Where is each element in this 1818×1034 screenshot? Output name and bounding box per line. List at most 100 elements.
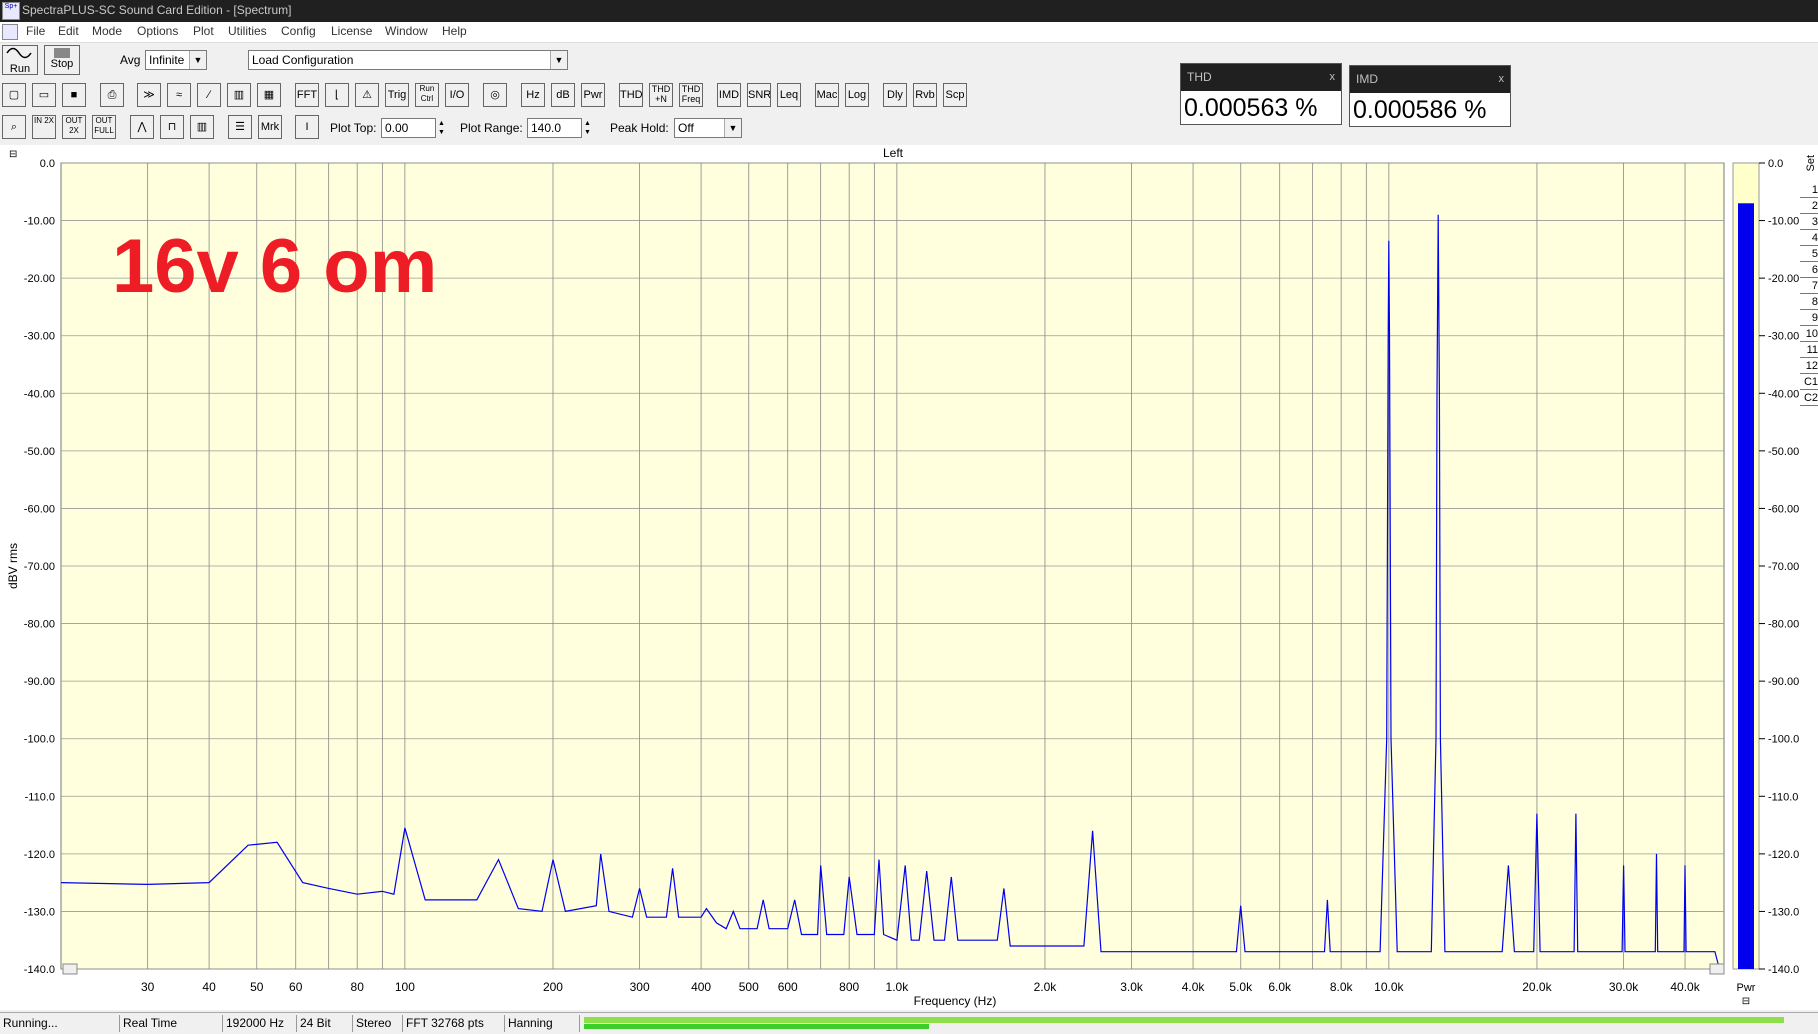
set-item[interactable]: 11 (1800, 343, 1818, 358)
right-tick-label: -10.00 (1768, 216, 1799, 228)
stop-button[interactable]: Stop (44, 45, 80, 75)
set-item[interactable]: C2 (1800, 391, 1818, 406)
thd-freq-button[interactable]: THD Freq (679, 83, 703, 107)
trigger-icon[interactable]: ⚠ (355, 83, 379, 107)
set-item[interactable]: 3 (1800, 215, 1818, 230)
scp-button[interactable]: Scp (943, 83, 967, 107)
set-item[interactable]: 1 (1800, 183, 1818, 198)
plot-top-input[interactable]: 0.00 ▲ ▼ (381, 118, 445, 138)
pwr-label: Pwr (1737, 982, 1756, 994)
document-icon[interactable] (2, 24, 18, 40)
menu-config[interactable]: Config (281, 24, 316, 38)
spectrum-chart[interactable]: ⊟ Left 0.0 -10.00 -20.00 -30.00 -40.00 -50.00… (0, 145, 1818, 1010)
spinner-icon[interactable]: ▲ ▼ (582, 119, 593, 137)
open-folder-icon[interactable]: ▭ (32, 83, 56, 107)
avg-select[interactable]: Infinite ▼ (145, 50, 207, 70)
bars-icon[interactable]: ▥ (190, 115, 214, 139)
x-tick-label: 300 (630, 980, 650, 994)
set-item[interactable]: 2 (1800, 199, 1818, 214)
run-ctrl-button[interactable]: Run Ctrl (415, 83, 439, 107)
3d-surface-icon[interactable]: ▦ (257, 83, 281, 107)
spinner-icon[interactable]: ▲ ▼ (436, 119, 447, 137)
status-sample-rate: 192000 Hz (223, 1015, 297, 1032)
spectrogram-icon[interactable]: ▥ (227, 83, 251, 107)
dly-button[interactable]: Dly (883, 83, 907, 107)
peak-icon[interactable]: ⋀ (130, 115, 154, 139)
set-item[interactable]: 10 (1800, 327, 1818, 342)
mac-button[interactable]: Mac (815, 83, 839, 107)
thd-meter-window[interactable]: THD x 0.000563 % (1180, 63, 1342, 125)
snr-button[interactable]: SNR (747, 83, 771, 107)
thd-meter-value: 0.000563 % (1184, 94, 1318, 122)
db-button[interactable]: dB (551, 83, 575, 107)
zoom-out-2x-button[interactable]: OUT 2X (62, 115, 86, 139)
thd-button[interactable]: THD (619, 83, 643, 107)
cursor-icon[interactable]: I (295, 115, 319, 139)
menu-plot[interactable]: Plot (193, 24, 214, 38)
x-tick-label: 200 (543, 980, 563, 994)
menu-help[interactable]: Help (442, 24, 467, 38)
zoom-icon[interactable]: ⌕ (2, 115, 26, 139)
io-button[interactable]: I/O (445, 83, 469, 107)
zoom-out-full-button[interactable]: OUT FULL (92, 115, 116, 139)
close-icon[interactable]: x (1499, 66, 1505, 93)
status-bit-depth: 24 Bit (297, 1015, 353, 1032)
menu-window[interactable]: Window (385, 24, 428, 38)
set-item[interactable]: 6 (1800, 263, 1818, 278)
x-tick-label: 40.0k (1670, 980, 1700, 994)
set-item[interactable]: C1 (1800, 375, 1818, 390)
configuration-select[interactable]: Load Configuration ▼ (248, 50, 568, 70)
pwr-button[interactable]: Pwr (581, 83, 605, 107)
slope-icon[interactable]: ∕ (197, 83, 221, 107)
set-item[interactable]: 5 (1800, 247, 1818, 262)
imd-meter-window[interactable]: IMD x 0.000586 % (1349, 65, 1511, 127)
peak-hold-select[interactable]: Off ▼ (674, 118, 742, 138)
x-tick-label: 100 (395, 980, 415, 994)
scope-icon[interactable]: ⌊ (325, 83, 349, 107)
x-tick-label: 10.0k (1374, 980, 1404, 994)
thd-n-button[interactable]: THD +N (649, 83, 673, 107)
octave-icon[interactable]: ⊓ (160, 115, 184, 139)
menu-edit[interactable]: Edit (58, 24, 79, 38)
trig-button[interactable]: Trig (385, 83, 409, 107)
level-meter-bottom (584, 1024, 929, 1029)
log-button[interactable]: Log (845, 83, 869, 107)
imd-button[interactable]: IMD (717, 83, 741, 107)
leq-button[interactable]: Leq (777, 83, 801, 107)
zoom-in-2x-button[interactable]: IN 2X (32, 115, 56, 139)
set-item[interactable]: 4 (1800, 231, 1818, 246)
right-tick-label: -60.00 (1768, 503, 1799, 515)
status-window: Hanning (505, 1015, 580, 1032)
print-icon[interactable]: ⎙ (100, 83, 124, 107)
mrk-button[interactable]: Mrk (258, 115, 282, 139)
save-icon[interactable]: ■ (62, 83, 86, 107)
fast-forward-icon[interactable]: ≫ (137, 83, 161, 107)
overlay-icon[interactable]: ≈ (167, 83, 191, 107)
new-file-icon[interactable]: ▢ (2, 83, 26, 107)
set-item[interactable]: 7 (1800, 279, 1818, 294)
menu-utilities[interactable]: Utilities (228, 24, 267, 38)
menu-mode[interactable]: Mode (92, 24, 122, 38)
scroll-left-arrow[interactable] (62, 963, 78, 975)
y-tick-label: -10.00 (24, 216, 55, 228)
collapse-icon[interactable]: ⊟ (1742, 996, 1750, 1007)
fft-button[interactable]: FFT (295, 83, 319, 107)
collapse-icon[interactable]: ⊟ (9, 149, 17, 160)
set-item[interactable]: 8 (1800, 295, 1818, 310)
status-bar: Running... Real Time 192000 Hz 24 Bit St… (0, 1012, 1818, 1034)
scroll-right-arrow[interactable] (1709, 963, 1725, 975)
x-tick-label: 80 (351, 980, 365, 994)
menu-license[interactable]: License (331, 24, 372, 38)
menu-options[interactable]: Options (137, 24, 178, 38)
set-item[interactable]: 9 (1800, 311, 1818, 326)
generator-icon[interactable]: ◎ (483, 83, 507, 107)
menu-file[interactable]: File (26, 24, 45, 38)
hz-button[interactable]: Hz (521, 83, 545, 107)
close-icon[interactable]: x (1330, 64, 1336, 91)
run-button[interactable]: Run (2, 45, 38, 75)
set-item[interactable]: 12 (1800, 359, 1818, 374)
rvb-button[interactable]: Rvb (913, 83, 937, 107)
list-icon[interactable]: ☰ (228, 115, 252, 139)
plot-range-input[interactable]: 140.0 ▲ ▼ (527, 118, 591, 138)
y-tick-label: -140.0 (24, 964, 55, 976)
